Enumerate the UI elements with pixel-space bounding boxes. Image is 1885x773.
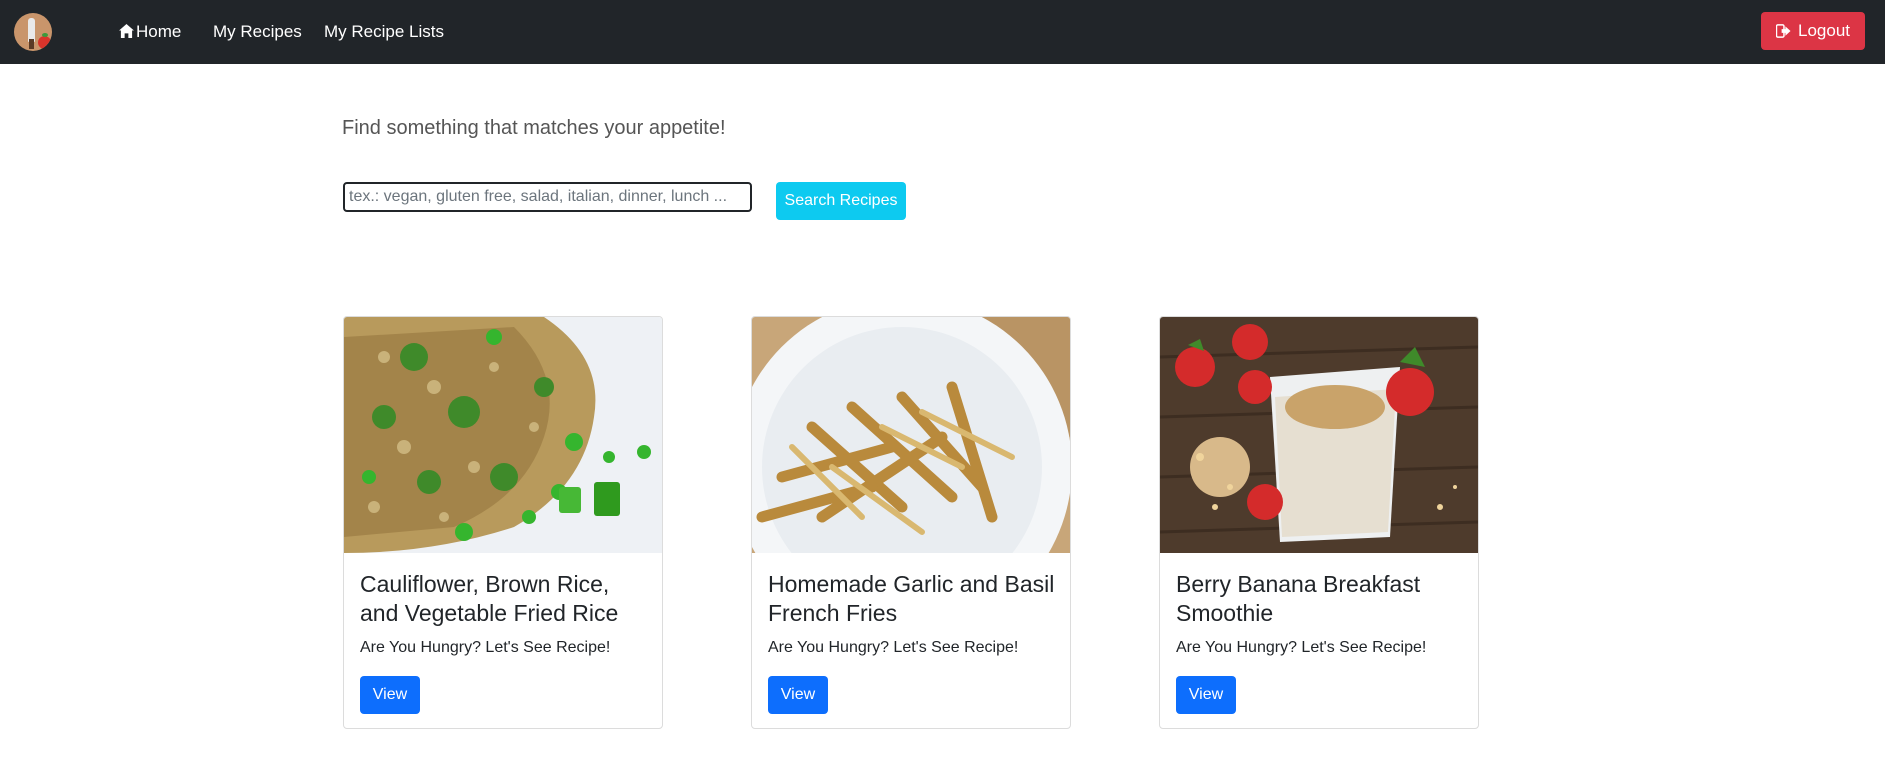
tomato-icon [38,36,51,49]
home-icon [119,24,134,38]
logout-button[interactable]: Logout [1761,12,1865,50]
nav-home-link[interactable]: Home [119,22,181,42]
recipe-text: Are You Hungry? Let's See Recipe! [768,639,1019,656]
recipe-card: Cauliflower, Brown Rice, and Vegetable F… [343,316,663,729]
view-recipe-button[interactable]: View [1176,676,1236,714]
search-recipes-button[interactable]: Search Recipes [776,182,906,220]
view-recipe-button[interactable]: View [360,676,420,714]
view-recipe-button[interactable]: View [768,676,828,714]
recipe-image-smoothie[interactable] [1160,317,1478,553]
recipe-text: Are You Hungry? Let's See Recipe! [1176,639,1427,656]
recipe-image-french-fries[interactable] [752,317,1070,553]
recipe-title: Homemade Garlic and Basil French Fries [768,571,1055,626]
nav-my-recipes-link[interactable]: My Recipes [213,22,302,42]
sign-out-icon [1776,24,1791,38]
recipe-card: Homemade Garlic and Basil French Fries A… [751,316,1071,729]
recipe-text: Are You Hungry? Let's See Recipe! [360,639,611,656]
nav-my-recipe-lists-link[interactable]: My Recipe Lists [324,22,444,42]
nav-home-label: Home [136,22,182,41]
app-logo[interactable] [14,13,52,51]
search-input[interactable] [343,182,752,212]
recipe-title: Cauliflower, Brown Rice, and Vegetable F… [360,571,619,626]
recipe-card: Berry Banana Breakfast Smoothie Are You … [1159,316,1479,729]
page-tagline: Find something that matches your appetit… [342,117,726,139]
logout-label: Logout [1798,21,1850,40]
recipe-title: Berry Banana Breakfast Smoothie [1176,571,1421,626]
recipe-image-fried-rice[interactable] [344,317,662,553]
top-navbar: Home My Recipes My Recipe Lists Logout [0,0,1885,64]
